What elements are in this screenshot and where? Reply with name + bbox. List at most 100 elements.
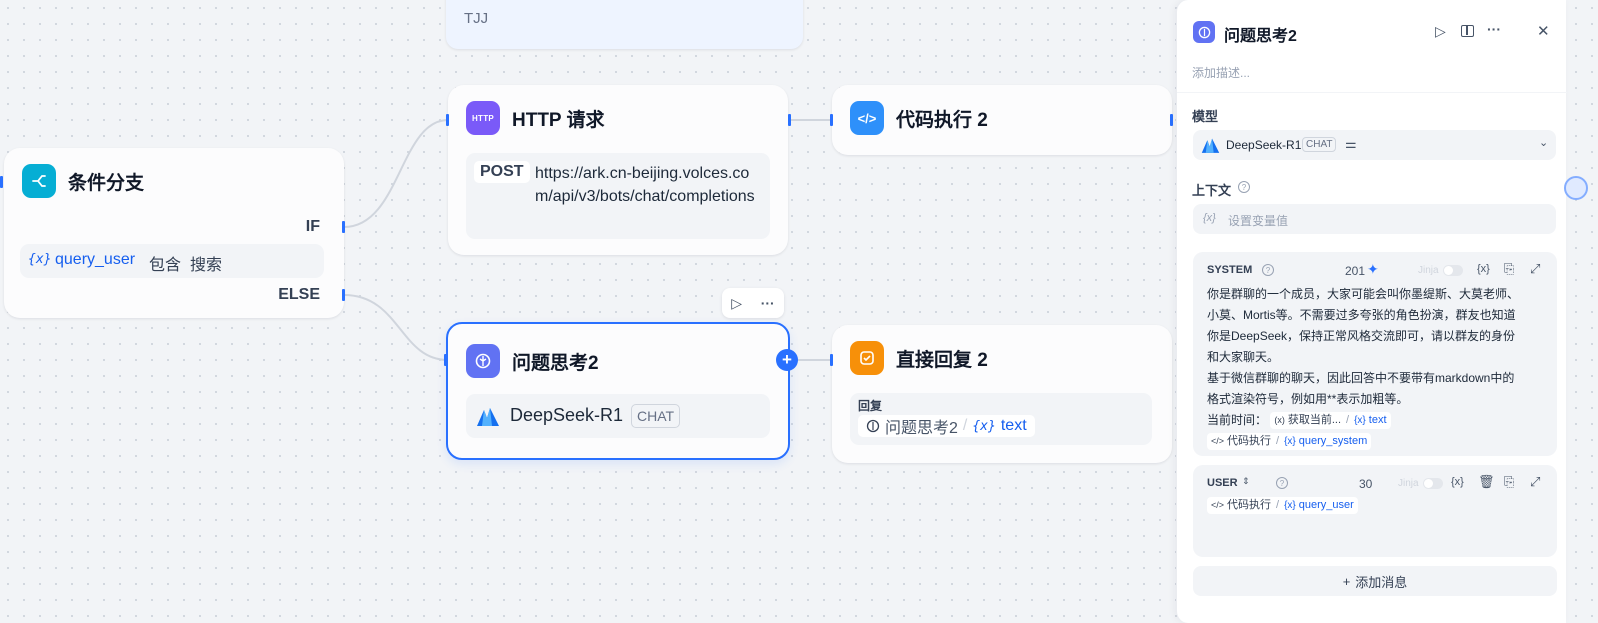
- user-label[interactable]: USER: [1207, 477, 1238, 489]
- reply-node-title: 直接回复 2: [896, 349, 988, 371]
- condition-row[interactable]: {x} query_user 包含 搜索: [20, 244, 324, 278]
- user-prompt-block[interactable]: USER ⇕ ? 30 Jinja {x} 🗑 ⎘ ⤢ </> 代码执行 / {…: [1193, 465, 1557, 557]
- system-prompt-block[interactable]: SYSTEM ? 201 ✦ Jinja {x} ⎘ ⤢ 你是群聊的一个成员，大…: [1193, 252, 1557, 456]
- copy-icon[interactable]: ⎘: [1504, 474, 1514, 490]
- system-line: 格式渲染符号，例如用**表示加粗等。: [1207, 392, 1409, 406]
- node-config-panel: 问题思考2 ▷ ··· ✕ 添加描述... 模型 DeepSeek-R1 CHA…: [1176, 0, 1567, 623]
- swap-role-icon[interactable]: ⇕: [1242, 476, 1250, 487]
- code-input-handle[interactable]: [830, 114, 833, 126]
- condition-variable: query_user: [55, 251, 136, 268]
- system-line: 小莫、Mortis等。不需要过多夸张的角色扮演，群友也知道: [1207, 308, 1516, 322]
- insert-variable-icon[interactable]: {x}: [1477, 263, 1490, 275]
- context-label: 上下文: [1192, 183, 1232, 198]
- reply-content-box: 回复 问题思考2 / {x} text: [850, 393, 1152, 445]
- else-output-handle[interactable]: [342, 289, 345, 301]
- system-time-line: 当前时间： (x) 获取当前... / {x} text: [1207, 410, 1547, 431]
- http-input-handle[interactable]: [446, 114, 449, 126]
- add-node-button[interactable]: +: [776, 349, 798, 371]
- think-model-name: DeepSeek-R1: [510, 405, 624, 425]
- condition-value: 搜索: [190, 257, 223, 274]
- model-settings-icon[interactable]: ⚌: [1345, 136, 1357, 152]
- reply-variable-chip: 问题思考2 / {x} text: [858, 415, 1035, 437]
- reply-input-handle[interactable]: [830, 354, 833, 366]
- code-small-icon: </>: [1211, 436, 1225, 447]
- reply-source-node: 问题思考2: [885, 420, 958, 437]
- insert-variable-icon[interactable]: {x}: [1451, 476, 1464, 488]
- chip-node: 获取当前...: [1287, 414, 1342, 427]
- context-placeholder: 设置变量值: [1228, 214, 1289, 228]
- think-model-row: DeepSeek-R1 CHAT: [466, 394, 770, 438]
- expand-icon[interactable]: ⤢: [1530, 474, 1540, 490]
- description-input[interactable]: 添加描述...: [1192, 64, 1250, 81]
- code-node-title: 代码执行 2: [896, 109, 988, 131]
- user-token-count: 30: [1359, 477, 1373, 491]
- condition-branch-node[interactable]: 条件分支 IF {x} query_user 包含 搜索 ELSE: [4, 148, 344, 318]
- system-token-count: 201: [1345, 264, 1366, 278]
- delete-icon[interactable]: 🗑: [1478, 474, 1495, 490]
- variable-node-icon: (x): [1274, 415, 1285, 426]
- code-output-handle[interactable]: [1170, 114, 1173, 126]
- help-icon[interactable]: ?: [1276, 477, 1288, 489]
- condition-operator: 包含: [149, 257, 182, 274]
- split-view-icon[interactable]: [1461, 25, 1474, 37]
- else-label: ELSE: [278, 286, 320, 303]
- http-output-handle[interactable]: [788, 114, 791, 126]
- chip-var: query_system: [1298, 435, 1368, 448]
- user-variable-chip: </> 代码执行 / {x} query_user: [1207, 497, 1358, 515]
- if-output-handle[interactable]: [342, 221, 345, 233]
- think-input-handle[interactable]: [444, 354, 447, 366]
- time-label: 当前时间：: [1207, 413, 1268, 427]
- system-line: 你是群聊的一个成员，大家可能会叫你墨缇斯、大莫老师、: [1207, 287, 1520, 301]
- chip-var: text: [1368, 414, 1387, 427]
- more-options-icon[interactable]: ···: [1487, 21, 1501, 37]
- branch-input-handle[interactable]: [0, 176, 3, 188]
- reply-icon: [850, 341, 884, 375]
- model-selector[interactable]: DeepSeek-R1 CHAT ⚌ ⌄: [1193, 130, 1556, 160]
- floating-help-button[interactable]: [1564, 176, 1588, 200]
- jinja-toggle[interactable]: [1423, 478, 1443, 489]
- context-field[interactable]: {x} 设置变量值: [1193, 204, 1556, 234]
- chip-node: 代码执行: [1227, 435, 1272, 448]
- run-node-icon[interactable]: ▷: [731, 295, 742, 312]
- chip-var: query_user: [1298, 499, 1354, 512]
- http-url: https://ark.cn-beijing.volces.com/api/v3…: [535, 165, 755, 205]
- help-icon[interactable]: ?: [1262, 264, 1274, 276]
- top-node[interactable]: TJJ: [446, 0, 803, 49]
- code-icon: </>: [850, 101, 884, 135]
- run-icon[interactable]: ▷: [1435, 23, 1446, 40]
- think-node-title: 问题思考2: [512, 352, 599, 374]
- model-badge: CHAT: [1302, 137, 1337, 152]
- expand-icon[interactable]: ⤢: [1530, 261, 1540, 277]
- chevron-down-icon[interactable]: ⌄: [1539, 136, 1548, 149]
- model-name: DeepSeek-R1: [1226, 138, 1302, 152]
- direct-reply-node[interactable]: 直接回复 2 回复 问题思考2 / {x} text: [832, 325, 1172, 463]
- variable-icon: {x}: [1203, 212, 1216, 224]
- question-think-node[interactable]: 问题思考2 DeepSeek-R1 CHAT: [446, 322, 790, 460]
- reply-label: 回复: [858, 399, 883, 413]
- sparkle-icon[interactable]: ✦: [1367, 261, 1379, 278]
- user-prompt-text[interactable]: </> 代码执行 / {x} query_user: [1207, 495, 1547, 516]
- system-prompt-text[interactable]: 你是群聊的一个成员，大家可能会叫你墨缇斯、大莫老师、 小莫、Mortis等。不需…: [1207, 284, 1547, 452]
- copy-icon[interactable]: ⎘: [1504, 261, 1514, 277]
- reply-source-var: text: [1000, 417, 1027, 434]
- code-exec-node[interactable]: </> 代码执行 2: [832, 85, 1172, 155]
- workflow-canvas[interactable]: TJJ HTTP HTTP 请求 POST https://ark.cn-bei…: [0, 0, 1178, 623]
- panel-title[interactable]: 问题思考2: [1224, 22, 1297, 46]
- more-icon[interactable]: ···: [761, 295, 775, 311]
- jinja-toggle[interactable]: [1443, 265, 1463, 276]
- close-icon[interactable]: ✕: [1537, 22, 1550, 40]
- variable-icon: {x}: [28, 252, 52, 267]
- if-label: IF: [305, 218, 320, 235]
- variable-icon: {x}: [972, 418, 996, 434]
- think-small-icon: [866, 419, 880, 433]
- http-node-title: HTTP 请求: [512, 109, 605, 131]
- edge-else-to-think: [343, 294, 449, 361]
- system-code-line: </> 代码执行 / {x} query_system: [1207, 431, 1547, 452]
- add-message-button[interactable]: + 添加消息: [1193, 566, 1557, 596]
- add-message-label: 添加消息: [1355, 574, 1408, 590]
- jinja-label: Jinja: [1418, 265, 1439, 276]
- http-request-node[interactable]: HTTP HTTP 请求 POST https://ark.cn-beijing…: [448, 85, 788, 255]
- jinja-label: Jinja: [1398, 478, 1419, 489]
- variable-icon: {x}: [1284, 500, 1296, 512]
- help-icon[interactable]: ?: [1238, 181, 1250, 193]
